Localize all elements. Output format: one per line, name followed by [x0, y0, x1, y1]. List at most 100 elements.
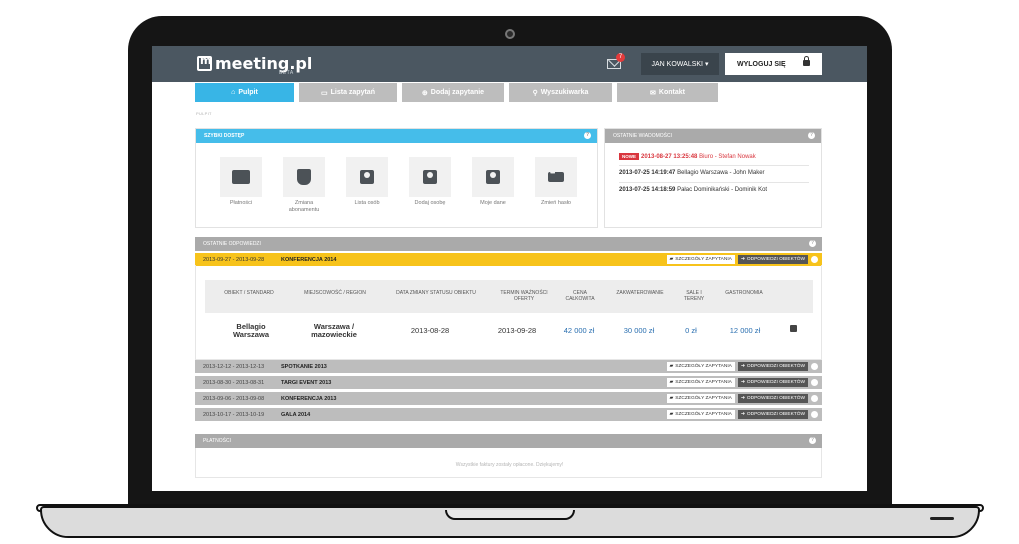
- help-icon[interactable]: ?: [809, 240, 816, 247]
- answer-dates: 2013-08-30 - 2013-08-31: [203, 379, 265, 386]
- quick-access-payments[interactable]: Płatności: [220, 157, 262, 214]
- help-icon[interactable]: ?: [808, 132, 815, 139]
- arrow-circle-icon: ➜: [740, 257, 745, 262]
- object-name[interactable]: Bellagio Warszawa: [221, 323, 281, 339]
- quick-access-people-list[interactable]: Lista osób: [346, 157, 388, 214]
- offers-label: ODPOWIEDZI OBIEKTÓW: [746, 257, 805, 262]
- quick-access-subscription[interactable]: Zmiana abonamentu: [283, 157, 325, 214]
- quick-access-title: SZYBKI DOSTĘP: [204, 133, 245, 139]
- folder-icon: ▰: [669, 396, 674, 401]
- quick-access-header: SZYBKI DOSTĘP ?: [196, 129, 597, 143]
- trophy-icon: [297, 169, 311, 185]
- answer-dates: 2013-10-17 - 2013-10-19: [203, 411, 265, 418]
- offers-label: ODPOWIEDZI OBIEKTÓW: [746, 380, 805, 385]
- answer-name: KONFERENCJA 2013: [281, 395, 337, 402]
- laptop-notch: [445, 510, 575, 520]
- arrow-circle-icon: ➜: [740, 396, 745, 401]
- expand-icon[interactable]: [811, 411, 818, 418]
- details-label: SZCZEGÓŁY ZAPYTANIA: [675, 396, 732, 401]
- quick-access-label: Zmiana abonamentu: [288, 200, 320, 213]
- tab-pulpit[interactable]: ⌂ Pulpit: [195, 83, 294, 102]
- tab-wyszukiwarka[interactable]: ⚲ Wyszukiwarka: [509, 83, 612, 102]
- message-text: Bellagio Warszawa - John Maker: [677, 170, 765, 176]
- tab-label: Dodaj zapytanie: [430, 89, 485, 96]
- answer-name: SPOTKANIE 2013: [281, 363, 327, 370]
- offers-button[interactable]: ➜ ODPOWIEDZI OBIEKTÓW: [737, 394, 808, 403]
- column-header: SALE I TERENY: [683, 290, 705, 302]
- new-badge: NOWE: [619, 153, 639, 160]
- envelope-icon: ✉: [650, 89, 656, 97]
- add-user-icon: [423, 170, 437, 184]
- collapse-icon[interactable]: [811, 256, 818, 263]
- expand-icon[interactable]: [811, 363, 818, 370]
- column-header: DATA ZMIANY STATUSU OBIEKTU: [396, 290, 476, 296]
- search-icon: ⚲: [532, 89, 538, 97]
- logo-icon: [197, 54, 212, 71]
- message-item[interactable]: 2013-07-25 14:19:47 Bellagio Warszawa - …: [619, 170, 765, 176]
- messages-title: OSTATNIE WIADOMOŚCI: [613, 133, 672, 139]
- help-icon[interactable]: ?: [584, 132, 591, 139]
- folder-icon: ▰: [669, 257, 674, 262]
- total-price: 42 000 zł: [563, 326, 595, 335]
- offers-button[interactable]: ➜ ODPOWIEDZI OBIEKTÓW: [737, 410, 808, 419]
- column-header: ZAKWATEROWANIE: [616, 290, 664, 296]
- camera-icon: [505, 29, 515, 39]
- tab-lista-zapytan[interactable]: ▭ Lista zapytań: [299, 83, 397, 102]
- answer-row[interactable]: 2013-10-17 - 2013-10-19 GALA 2014 ▰ SZCZE…: [195, 408, 822, 421]
- answer-row[interactable]: 2013-08-30 - 2013-08-31 TARGI EVENT 2013…: [195, 376, 822, 389]
- details-label: SZCZEGÓŁY ZAPYTANIA: [675, 412, 732, 417]
- location: Warszawa / mazowieckie: [311, 322, 357, 339]
- tab-dodaj-zapytanie[interactable]: ⊕ Dodaj zapytanie: [402, 83, 504, 102]
- arrow-circle-icon: ➜: [740, 364, 745, 369]
- quick-access-add-person[interactable]: Dodaj osobę: [409, 157, 451, 214]
- list-icon: ▭: [321, 89, 328, 97]
- answer-row[interactable]: 2013-09-06 - 2013-09-08 KONFERENCJA 2013…: [195, 392, 822, 405]
- payments-message: Wszystkie faktury zostały opłacone. Dzię…: [455, 462, 564, 468]
- details-button[interactable]: ▰ SZCZEGÓŁY ZAPYTANIA: [666, 362, 735, 371]
- offers-button[interactable]: ➜ ODPOWIEDZI OBIEKTÓW: [737, 362, 808, 371]
- quick-access-label: Dodaj osobę: [414, 200, 446, 206]
- quick-access-change-password[interactable]: Zmień hasło: [535, 157, 577, 214]
- answer-detail: OBIEKT / STANDARD MIEJSCOWOŚĆ / REGION D…: [195, 265, 822, 360]
- details-button[interactable]: ▰ SZCZEGÓŁY ZAPYTANIA: [666, 255, 735, 264]
- password-dots-icon: [548, 170, 564, 182]
- offers-button[interactable]: ➜ ODPOWIEDZI OBIEKTÓW: [737, 378, 808, 387]
- quick-access-label: Zmień hasło: [541, 200, 571, 206]
- answer-row[interactable]: 2013-12-12 - 2013-12-13 SPOTKANIE 2013 ▰…: [195, 360, 822, 373]
- offers-button[interactable]: ➜ ODPOWIEDZI OBIEKTÓW: [737, 255, 808, 264]
- tab-label: Pulpit: [238, 89, 258, 96]
- help-icon[interactable]: ?: [809, 437, 816, 444]
- message-item[interactable]: 2013-07-25 14:18:59 Pałac Dominikański -…: [619, 187, 767, 193]
- logout-button[interactable]: WYLOGUJ SIĘ: [725, 53, 822, 75]
- contact-card-icon: [360, 170, 374, 184]
- details-button[interactable]: ▰ SZCZEGÓŁY ZAPYTANIA: [666, 378, 735, 387]
- details-label: SZCZEGÓŁY ZAPYTANIA: [675, 257, 732, 262]
- preview-icon[interactable]: [790, 325, 797, 332]
- user-menu-button[interactable]: JAN KOWALSKI ▾: [641, 53, 719, 75]
- breadcrumb[interactable]: PULPIT: [196, 111, 212, 116]
- top-bar: meeting.pl BETA 7 JAN KOWALSKI ▾ WYLOGUJ…: [152, 46, 867, 82]
- logo[interactable]: meeting.pl: [197, 54, 312, 73]
- offers-label: ODPOWIEDZI OBIEKTÓW: [746, 364, 805, 369]
- folder-icon: ▰: [669, 412, 674, 417]
- tab-label: Wyszukiwarka: [540, 89, 589, 96]
- column-header: TERMIN WAŻNOŚCI OFERTY: [500, 290, 548, 302]
- column-header: MIEJSCOWOŚĆ / REGION: [304, 290, 366, 296]
- messages-panel: OSTATNIE WIADOMOŚCI ? NOWE 2013-08-27 13:…: [604, 128, 822, 228]
- logout-label: WYLOGUJ SIĘ: [737, 60, 786, 68]
- expand-icon[interactable]: [811, 395, 818, 402]
- message-item[interactable]: NOWE 2013-08-27 13:25:48 Biuro - Stefan N…: [619, 153, 756, 160]
- plus-circle-icon: ⊕: [421, 89, 428, 97]
- message-date: 2013-07-25 14:18:59: [619, 187, 676, 193]
- quick-access-my-data[interactable]: Moje dane: [472, 157, 514, 214]
- answer-dates: 2013-09-27 - 2013-09-28: [203, 256, 265, 263]
- quick-access-label: Płatności: [229, 200, 253, 206]
- details-button[interactable]: ▰ SZCZEGÓŁY ZAPYTANIA: [666, 394, 735, 403]
- answers-title: OSTATNIE ODPOWIEDZI: [203, 241, 261, 247]
- answer-name: TARGI EVENT 2013: [281, 379, 332, 386]
- details-button[interactable]: ▰ SZCZEGÓŁY ZAPYTANIA: [666, 410, 735, 419]
- tab-kontakt[interactable]: ✉ Kontakt: [617, 83, 718, 102]
- expand-icon[interactable]: [811, 379, 818, 386]
- user-settings-icon: [486, 170, 500, 184]
- arrow-circle-icon: ➜: [740, 412, 745, 417]
